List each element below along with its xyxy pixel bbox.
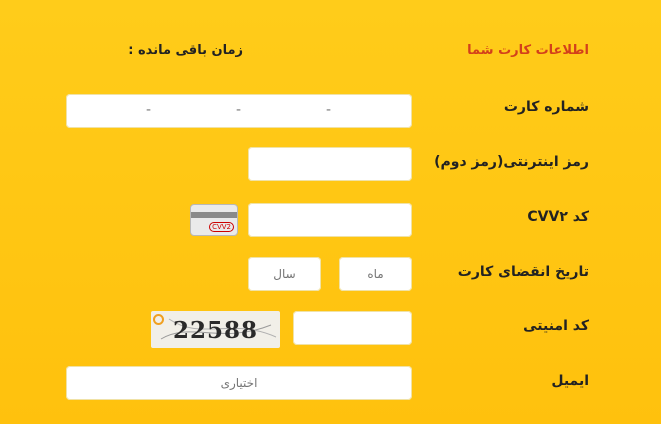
internet-password-field[interactable] bbox=[248, 147, 412, 181]
security-code-label: کد امنیتی bbox=[523, 318, 589, 334]
captcha-text: 22588 bbox=[173, 317, 259, 344]
card-info-title: اطلاعات کارت شما bbox=[467, 43, 589, 58]
cvv-card-icon: CVV2 bbox=[190, 204, 238, 236]
card-number-separator: - bbox=[236, 102, 242, 118]
security-code-input[interactable] bbox=[293, 311, 412, 345]
expiry-year-input[interactable] bbox=[248, 257, 321, 291]
internet-password-input[interactable] bbox=[248, 147, 412, 181]
cvv2-label: کد CVV۲ bbox=[527, 209, 589, 225]
security-code-field[interactable] bbox=[293, 311, 412, 345]
expiry-year-field[interactable] bbox=[248, 257, 321, 291]
expiry-month-input[interactable] bbox=[339, 257, 412, 291]
time-remaining-label: زمان باقی مانده : bbox=[128, 43, 243, 58]
expiry-month-field[interactable] bbox=[339, 257, 412, 291]
card-number-separator: - bbox=[326, 102, 332, 118]
cvv2-field[interactable] bbox=[248, 203, 412, 237]
expiry-date-label: تاریخ انقضای کارت bbox=[457, 264, 589, 280]
card-number-separator: - bbox=[146, 102, 152, 118]
card-number-field[interactable]: - - - bbox=[66, 94, 412, 128]
email-field[interactable] bbox=[66, 366, 412, 400]
email-label: ایمیل bbox=[551, 373, 589, 389]
refresh-captcha-icon[interactable] bbox=[153, 314, 164, 325]
cvv-card-tag: CVV2 bbox=[209, 222, 234, 232]
cvv2-input[interactable] bbox=[248, 203, 412, 237]
card-magnetic-stripe bbox=[191, 212, 237, 218]
captcha-image: 22588 bbox=[151, 311, 280, 348]
internet-password-label: رمز اینترنتی(رمز دوم) bbox=[434, 154, 589, 170]
card-number-label: شماره کارت bbox=[503, 99, 589, 115]
email-input[interactable] bbox=[66, 366, 412, 400]
